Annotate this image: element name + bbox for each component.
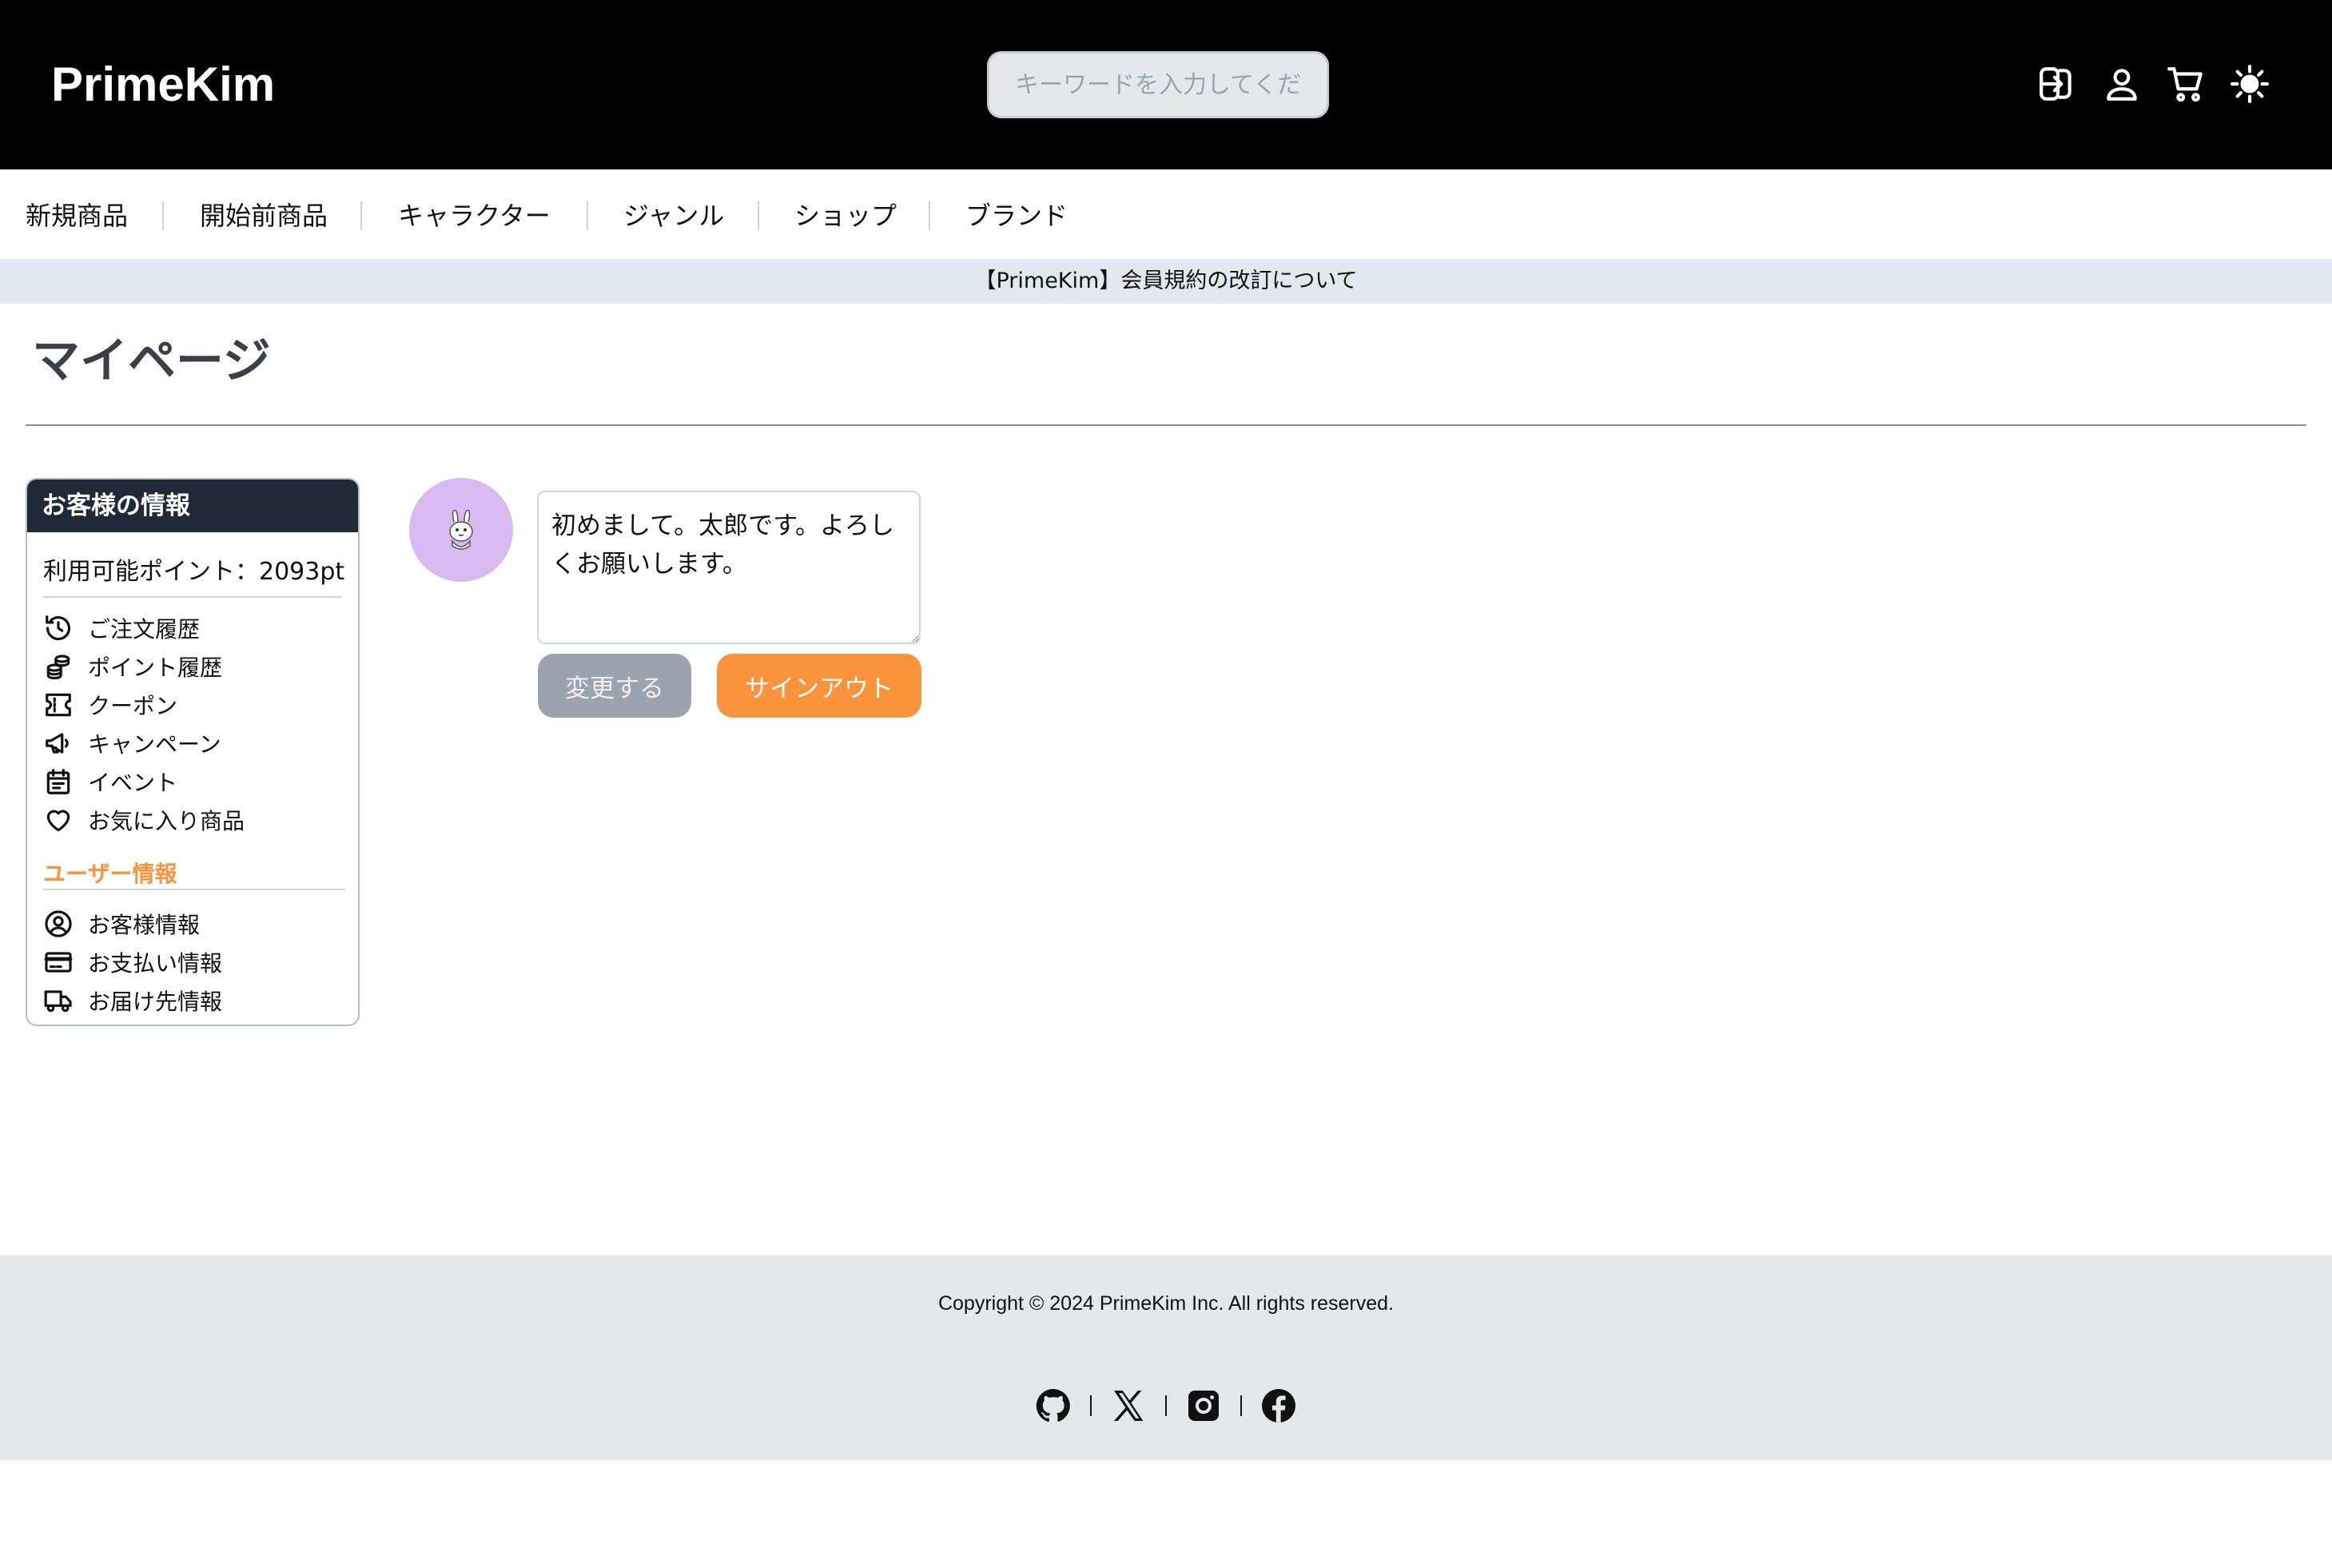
- announcement-banner[interactable]: 【PrimeKim】会員規約の改訂について: [0, 259, 2332, 304]
- nav-divider: [162, 201, 164, 230]
- search-input[interactable]: [987, 51, 1329, 118]
- nav-item-genre[interactable]: ジャンル: [623, 198, 724, 233]
- sidebar-item-point-history[interactable]: ポイント履歴: [43, 651, 222, 683]
- cart-icon[interactable]: [2166, 64, 2206, 104]
- nav-divider: [587, 201, 588, 230]
- sidebar-item-coupon[interactable]: クーポン: [43, 689, 177, 721]
- sidebar-item-label: お届け先情報: [88, 989, 223, 1015]
- user-icon[interactable]: [2102, 64, 2142, 104]
- sidebar-item-label: ご注文履歴: [88, 616, 201, 643]
- change-button[interactable]: 変更する: [538, 654, 691, 718]
- sidebar-item-label: お気に入り商品: [88, 808, 245, 834]
- points-divider: [43, 596, 342, 598]
- site-logo[interactable]: PrimeKim: [51, 56, 275, 113]
- copyright-text: Copyright © 2024 PrimeKim Inc. All right…: [937, 1292, 1395, 1315]
- sign-out-button[interactable]: サインアウト: [717, 654, 921, 718]
- sidebar-item-event[interactable]: イベント: [43, 766, 177, 798]
- x-icon[interactable]: [1109, 1387, 1148, 1425]
- sidebar-item-label: お支払い情報: [88, 950, 223, 977]
- nav-item-upcoming[interactable]: 開始前商品: [200, 198, 328, 233]
- nav-item-new[interactable]: 新規商品: [26, 198, 128, 233]
- available-points: 利用可能ポイント：2093pt: [43, 558, 345, 586]
- customer-info-card: お客様の情報 利用可能ポイント：2093pt ご注文履歴 ポイント履歴 クーポン: [26, 478, 360, 1026]
- nav-divider: [929, 201, 930, 230]
- history-icon: [43, 613, 74, 643]
- nav-divider: [360, 201, 362, 230]
- credit-card-icon: [43, 947, 74, 977]
- megaphone-icon: [43, 728, 74, 758]
- rabbit-avatar-icon: [449, 509, 473, 550]
- github-icon[interactable]: [1034, 1387, 1072, 1425]
- ticket-icon: [43, 690, 74, 720]
- section-divider: [43, 889, 345, 890]
- facebook-icon[interactable]: [1260, 1387, 1298, 1425]
- user-info-section-label: ユーザー情報: [43, 861, 177, 887]
- instagram-icon[interactable]: [1184, 1387, 1223, 1425]
- nav-item-character[interactable]: キャラクター: [398, 198, 551, 233]
- sidebar-item-label: キャンペーン: [88, 731, 221, 758]
- nav-item-shop[interactable]: ショップ: [794, 198, 897, 233]
- site-footer: Copyright © 2024 PrimeKim Inc. All right…: [0, 1256, 2332, 1460]
- card-heading: お客様の情報: [27, 480, 358, 532]
- sidebar-item-label: クーポン: [88, 693, 178, 719]
- social-links: [0, 1387, 2332, 1425]
- social-divider: [1165, 1395, 1167, 1416]
- sun-icon[interactable]: [2230, 64, 2270, 104]
- sidebar-item-favorites[interactable]: お気に入り商品: [43, 804, 245, 836]
- sidebar-item-order-history[interactable]: ご注文履歴: [43, 612, 200, 644]
- category-nav: 新規商品 開始前商品 キャラクター ジャンル ショップ ブランド: [0, 169, 2332, 259]
- site-header: PrimeKim: [0, 0, 2332, 169]
- sidebar-item-label: ポイント履歴: [88, 655, 223, 681]
- page-title: マイページ: [32, 333, 271, 389]
- sidebar-item-label: イベント: [88, 770, 178, 796]
- calendar-icon: [43, 766, 74, 797]
- heart-icon: [43, 805, 74, 835]
- nav-divider: [758, 201, 759, 230]
- sidebar-item-customer-info[interactable]: お客様情報: [43, 908, 200, 940]
- sidebar-item-campaign[interactable]: キャンペーン: [43, 727, 221, 759]
- social-divider: [1090, 1395, 1092, 1416]
- sign-in-icon[interactable]: [2036, 64, 2076, 104]
- coins-icon: [43, 651, 74, 682]
- sidebar-item-label: お客様情報: [88, 912, 201, 938]
- sidebar-item-payment-info[interactable]: お支払い情報: [43, 946, 222, 978]
- avatar[interactable]: [409, 478, 513, 582]
- truck-icon: [43, 985, 74, 1016]
- sidebar-item-delivery-info[interactable]: お届け先情報: [43, 985, 222, 1017]
- bio-textarea[interactable]: 初めまして。太郎です。よろしくお願いします。: [537, 491, 921, 644]
- nav-item-brand[interactable]: ブランド: [965, 198, 1068, 233]
- title-divider: [26, 424, 2306, 426]
- user-circle-icon: [43, 909, 74, 939]
- social-divider: [1240, 1395, 1242, 1416]
